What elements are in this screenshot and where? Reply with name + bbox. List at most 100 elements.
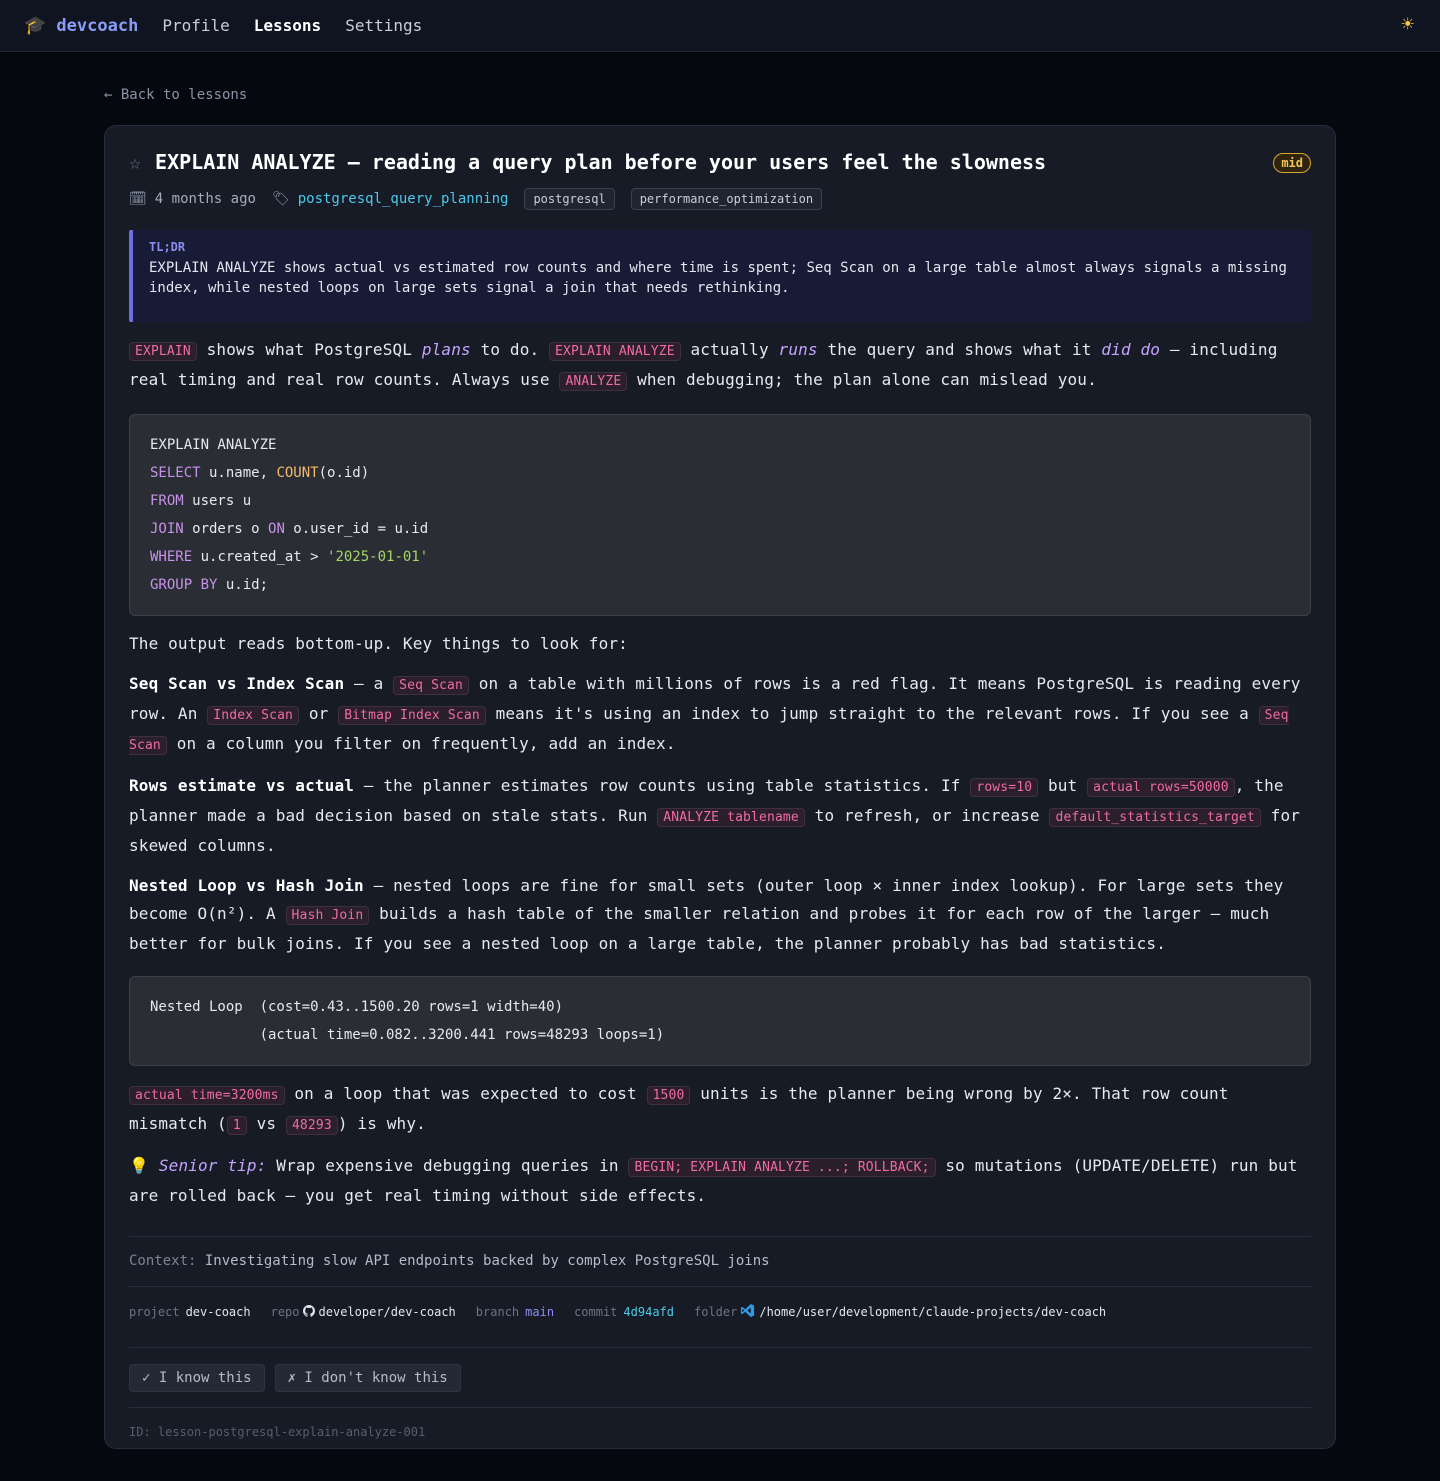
topic-link[interactable]: postgresql_query_planning [298,191,509,207]
code-line: SELECT u.name, COUNT(o.id) [150,459,1290,487]
inline-code: 1 [226,1116,247,1135]
code-block-plan: Nested Loop (cost=0.43..1500.20 rows=1 w… [129,976,1311,1066]
folder-value[interactable]: /home/user/development/claude-projects/d… [759,1305,1106,1319]
sql-keyword: GROUP BY [150,577,218,593]
i-know-this-button[interactable]: ✓ I know this [129,1364,265,1392]
meta-key: repo [270,1305,300,1319]
senior-tip: 💡 Senior tip: Wrap expensive debugging q… [129,1152,1311,1210]
inline-code: Index Scan [207,706,300,725]
nav-link-profile[interactable]: Profile [162,16,229,35]
context-text: Investigating slow API endpoints backed … [196,1253,770,1269]
paragraph-seq-scan: Seq Scan vs Index Scan — a Seq Scan on a… [129,670,1311,760]
paragraph-nested-loop: Nested Loop vs Hash Join — nested loops … [129,872,1311,958]
inline-code: BEGIN; EXPLAIN ANALYZE ...; ROLLBACK; [628,1158,936,1177]
meta-key: project [129,1305,180,1319]
inline-code: Seq Scan [393,676,469,695]
tldr-label: TL;DR [149,240,186,254]
inline-code: ANALYZE [559,372,628,391]
sql-keyword: WHERE [150,549,193,565]
tip-label: Senior tip: [158,1156,267,1175]
brand[interactable]: 🎓 devcoach [24,15,138,36]
code-line: (actual time=0.082..3200.441 rows=48293 … [150,1027,665,1043]
inline-code: actual time=3200ms [129,1086,285,1105]
inline-code: EXPLAIN [129,342,197,361]
sql-keyword: FROM [150,493,184,509]
text: but [1038,776,1088,795]
code-line: Nested Loop (cost=0.43..1500.20 rows=1 w… [150,999,564,1015]
inline-code: EXPLAIN ANALYZE [549,342,681,361]
tldr-box: TL;DR EXPLAIN ANALYZE shows actual vs es… [129,230,1311,322]
lesson-header: ☆ EXPLAIN ANALYZE — reading a query plan… [129,150,1311,174]
star-icon[interactable]: ☆ [129,150,141,174]
paragraph-intro: EXPLAIN shows what PostgreSQL plans to d… [129,336,1311,396]
code-text: o.user_id = u.id [284,521,429,537]
level-badge: mid [1273,153,1311,173]
text: to do. [470,340,550,359]
lesson-context: Context: Investigating slow API endpoint… [129,1237,1311,1286]
lesson-date: 4 months ago [154,191,256,207]
text: ) is why. [337,1114,426,1133]
lesson-title: EXPLAIN ANALYZE — reading a query plan b… [155,150,1047,174]
paragraph-actual-time: actual time=3200ms on a loop that was ex… [129,1080,1311,1140]
tag-icon: 🏷 [271,191,290,207]
nav-link-settings[interactable]: Settings [345,16,422,35]
knowledge-buttons: ✓ I know this ✗ I don't know this [129,1348,1311,1407]
bold-term: Nested Loop vs Hash Join [129,876,364,895]
emphasis: did do [1101,340,1161,359]
tag-chip[interactable]: performance_optimization [630,188,823,210]
tldr-text: EXPLAIN ANALYZE shows actual vs estimate… [149,260,1287,296]
code-text: u.id; [217,577,269,593]
project-value: dev-coach [185,1305,251,1319]
emphasis: runs [778,340,818,359]
emphasis: plans [421,340,471,359]
i-dont-know-this-button[interactable]: ✗ I don't know this [274,1364,461,1392]
back-to-lessons-link[interactable]: ← Back to lessons [104,87,247,103]
code-text: users u [183,493,252,509]
branch-value: main [525,1305,555,1319]
text: vs [246,1114,286,1133]
text: when debugging; the plan alone can misle… [627,370,1097,389]
paragraph-bottom-up: The output reads bottom-up. Key things t… [129,634,628,653]
commit-value[interactable]: 4d94afd [623,1305,674,1319]
repo-value[interactable]: developer/dev-coach [319,1305,456,1319]
text: actually [680,340,779,359]
code-text: (o.id) [318,465,370,481]
meta-key: commit [574,1305,618,1319]
inline-code: 1500 [646,1086,691,1105]
code-line: GROUP BY u.id; [150,571,1290,599]
tag-chip[interactable]: postgresql [524,188,615,210]
vscode-icon[interactable] [740,1303,755,1321]
inline-code: rows=10 [970,778,1039,797]
theme-toggle-sun-icon[interactable]: ☀ [1401,12,1414,36]
text: shows what PostgreSQL [196,340,422,359]
text: on a loop that was expected to cost [284,1084,647,1103]
inline-code: 48293 [285,1116,338,1135]
code-line: EXPLAIN ANALYZE [150,431,1290,459]
inline-code: default_statistics_target [1049,808,1261,827]
sql-keyword: SELECT [150,465,201,481]
lesson-meta: 🗓 4 months ago 🏷 postgresql_query_planni… [129,188,1311,210]
meta-key: branch [475,1305,520,1319]
code-text: u.name, [200,465,277,481]
github-icon [302,1304,315,1320]
text: the query and shows what it [817,340,1102,359]
text: — a [344,674,394,693]
code-block-query: EXPLAIN ANALYZE SELECT u.name, COUNT(o.id… [129,414,1311,616]
text: or [299,704,339,723]
source-meta: project dev-coach repo developer/dev-coa… [129,1287,1311,1347]
text: means it's using an index to jump straig… [485,704,1259,723]
top-nav: 🎓 devcoach Profile Lessons Settings ☀ [0,0,1440,52]
graduation-cap-icon: 🎓 [24,15,47,36]
code-line: WHERE u.created_at > '2025-01-01' [150,543,1290,571]
nav-link-lessons[interactable]: Lessons [254,16,321,35]
text: Wrap expensive debugging queries in [266,1156,629,1175]
text: — the planner estimates row counts using… [354,776,971,795]
bold-term: Seq Scan vs Index Scan [129,674,345,693]
context-label: Context: [129,1253,197,1269]
brand-name[interactable]: devcoach [56,16,138,36]
lightbulb-icon: 💡 [129,1156,150,1175]
code-line: FROM users u [150,487,1290,515]
text: on a column you filter on frequently, ad… [166,734,676,753]
code-text: orders o [183,521,269,537]
sql-keyword: JOIN [150,521,184,537]
